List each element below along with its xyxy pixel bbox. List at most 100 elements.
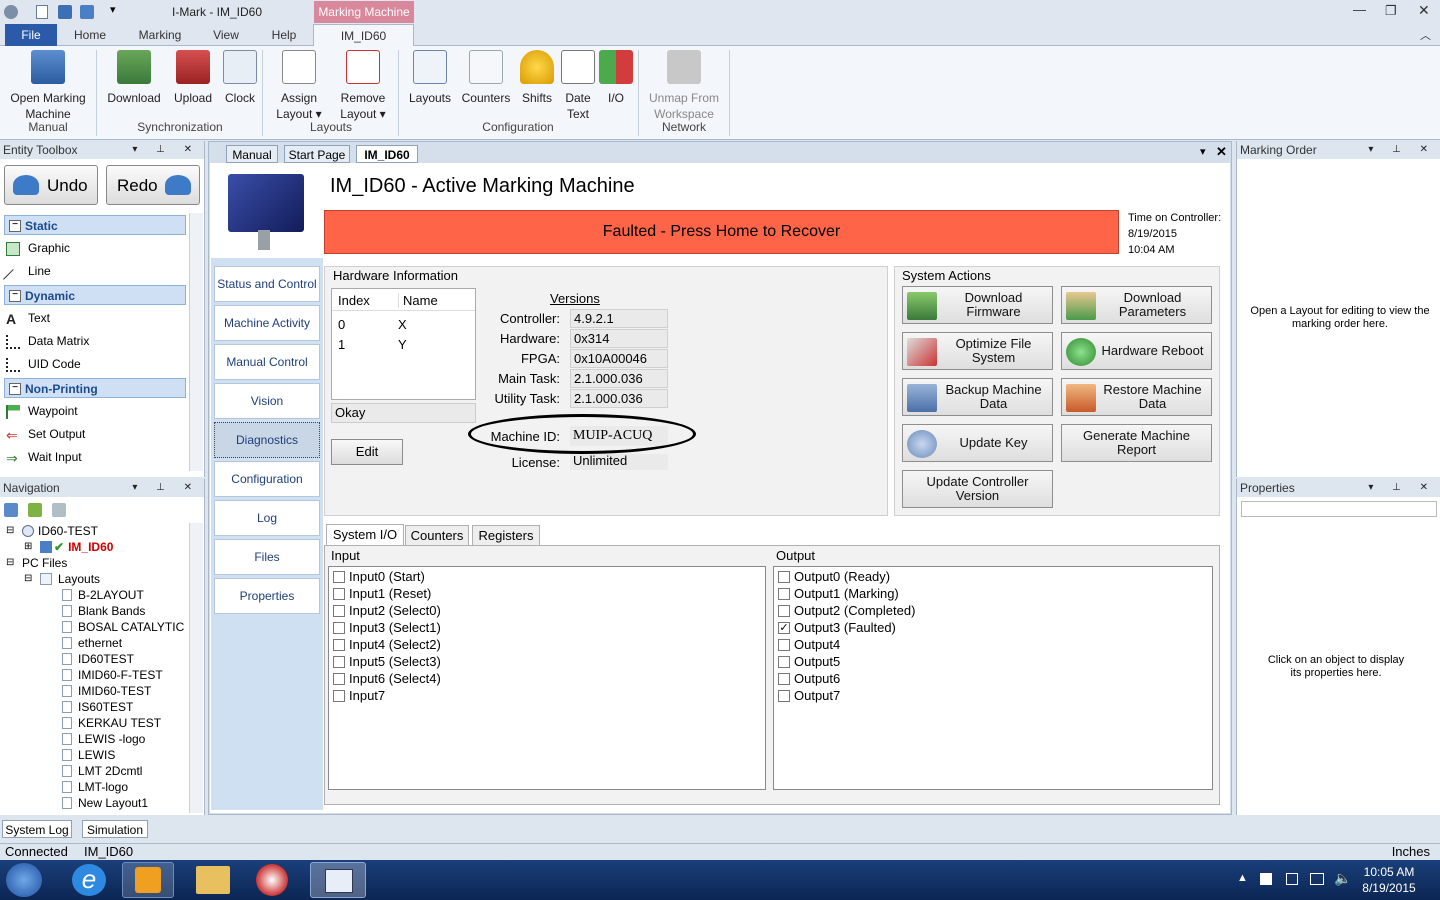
category-dynamic[interactable]: Dynamic bbox=[4, 285, 186, 305]
layout-file-item[interactable]: LEWIS bbox=[0, 747, 190, 763]
imark-app-icon[interactable] bbox=[310, 862, 366, 898]
nav-add-icon[interactable] bbox=[28, 503, 42, 517]
date-text-button[interactable]: Date Text bbox=[558, 50, 598, 122]
nav-files[interactable]: Files bbox=[214, 539, 320, 575]
outlook-icon[interactable] bbox=[122, 862, 174, 898]
layout-file-item[interactable]: KERKAU TEST bbox=[0, 715, 190, 731]
layout-file-item[interactable]: IMID60-TEST bbox=[0, 683, 190, 699]
output-checkbox[interactable] bbox=[778, 605, 790, 617]
tree-node-pc-files[interactable]: ⊟ PC Files bbox=[0, 555, 190, 571]
tab-help[interactable]: Help bbox=[260, 24, 308, 46]
toolbox-item-set-output[interactable]: ⇐ Set Output bbox=[0, 423, 190, 446]
tray-volume-icon[interactable]: 🔈 bbox=[1334, 870, 1351, 887]
layout-file-item[interactable]: BOSAL CATALYTIC bbox=[0, 619, 190, 635]
layout-file-item[interactable]: LEWIS -logo bbox=[0, 731, 190, 747]
taskbar-clock[interactable]: 10:05 AM 8/19/2015 bbox=[1356, 864, 1422, 896]
backup-machine-data-button[interactable]: Backup Machine Data bbox=[902, 378, 1053, 416]
toolbox-item-waypoint[interactable]: Waypoint bbox=[0, 400, 190, 423]
tab-simulation[interactable]: Simulation bbox=[82, 820, 148, 838]
download-parameters-button[interactable]: Download Parameters bbox=[1061, 286, 1212, 324]
layout-file-item[interactable]: ethernet bbox=[0, 635, 190, 651]
layout-file-item[interactable]: IS60TEST bbox=[0, 699, 190, 715]
edit-axes-button[interactable]: Edit bbox=[331, 439, 403, 465]
open-marking-machine-button[interactable]: Open Marking Machine bbox=[6, 50, 90, 122]
input-checkbox[interactable] bbox=[333, 571, 345, 583]
panel-pin-icons[interactable]: ▾ ⊥ ✕ bbox=[132, 141, 200, 159]
expand-icon[interactable]: ⊟ bbox=[6, 555, 14, 571]
collapse-ribbon-icon[interactable]: ︿ bbox=[1420, 27, 1431, 43]
input-checkbox[interactable] bbox=[333, 639, 345, 651]
nav-status-and-control[interactable]: Status and Control bbox=[214, 266, 320, 302]
remove-layout-button[interactable]: Remove Layout ▾ bbox=[334, 50, 392, 122]
nav-connect-icon[interactable] bbox=[4, 503, 18, 517]
input-checkbox[interactable] bbox=[333, 622, 345, 634]
output-checkbox[interactable] bbox=[778, 571, 790, 583]
nav-settings-icon[interactable] bbox=[52, 503, 66, 517]
layout-file-item[interactable]: IMID60-F-TEST bbox=[0, 667, 190, 683]
qat-dropdown-icon[interactable]: ▾ bbox=[110, 3, 116, 16]
layout-file-item[interactable]: LMT 2Dcmtl bbox=[0, 763, 190, 779]
generate-machine-report-button[interactable]: Generate Machine Report bbox=[1061, 424, 1212, 462]
toolbox-item-graphic[interactable]: Graphic bbox=[0, 237, 190, 260]
nav-log[interactable]: Log bbox=[214, 500, 320, 536]
doc-close-icon[interactable]: ✕ bbox=[1216, 144, 1227, 160]
toolbox-item-uid-code[interactable]: UID Code bbox=[0, 353, 190, 376]
doc-tab-start-page[interactable]: Start Page bbox=[284, 145, 350, 163]
input-checkbox[interactable] bbox=[333, 588, 345, 600]
update-key-button[interactable]: Update Key bbox=[902, 424, 1053, 462]
clock-button[interactable]: Clock bbox=[220, 50, 260, 106]
tray-network-icon[interactable] bbox=[1310, 873, 1324, 885]
navigation-scrollbar[interactable] bbox=[189, 523, 203, 813]
input-checkbox[interactable] bbox=[333, 656, 345, 668]
tab-system-log[interactable]: System Log bbox=[2, 820, 72, 838]
nav-manual-control[interactable]: Manual Control bbox=[214, 344, 320, 380]
undo-button[interactable]: Undo bbox=[4, 165, 98, 205]
optimize-file-system-button[interactable]: Optimize File System bbox=[902, 332, 1053, 370]
panel-pin-icons[interactable]: ▾ ⊥ ✕ bbox=[1368, 479, 1436, 497]
layout-file-item[interactable]: New Layout1 bbox=[0, 795, 190, 811]
file-explorer-icon[interactable] bbox=[196, 866, 230, 894]
category-static[interactable]: Static bbox=[4, 215, 186, 235]
qat-open-icon[interactable] bbox=[80, 5, 94, 19]
qat-save-icon[interactable] bbox=[58, 5, 72, 19]
properties-selector[interactable] bbox=[1241, 501, 1437, 517]
snipping-tool-icon[interactable] bbox=[256, 864, 288, 896]
tree-node-layouts[interactable]: ⊟ Layouts bbox=[0, 571, 190, 587]
doc-tab-manual[interactable]: Manual bbox=[226, 145, 278, 163]
qat-new-icon[interactable] bbox=[36, 5, 48, 19]
tree-node-root[interactable]: ⊟ ID60-TEST bbox=[0, 523, 190, 539]
update-controller-version-button[interactable]: Update Controller Version bbox=[902, 470, 1053, 508]
shifts-button[interactable]: Shifts bbox=[516, 50, 558, 106]
expand-icon[interactable]: ⊟ bbox=[24, 571, 32, 587]
fault-status-banner[interactable]: Faulted - Press Home to Recover bbox=[324, 210, 1119, 254]
output-checkbox[interactable] bbox=[778, 639, 790, 651]
nav-machine-activity[interactable]: Machine Activity bbox=[214, 305, 320, 341]
redo-button[interactable]: Redo bbox=[106, 165, 200, 205]
assign-layout-button[interactable]: Assign Layout ▾ bbox=[270, 50, 328, 122]
layout-file-item[interactable]: ID60TEST bbox=[0, 651, 190, 667]
doc-tabs-dropdown-icon[interactable]: ▾ bbox=[1200, 145, 1206, 158]
nav-vision[interactable]: Vision bbox=[214, 383, 320, 419]
expand-icon[interactable]: ⊞ bbox=[24, 539, 32, 555]
tab-file[interactable]: File bbox=[5, 24, 57, 46]
table-row[interactable]: 0X bbox=[338, 317, 468, 332]
layout-file-item[interactable]: LMT-logo bbox=[0, 779, 190, 795]
doc-tab-im-id60[interactable]: IM_ID60 bbox=[356, 145, 418, 163]
input-checkbox[interactable] bbox=[333, 673, 345, 685]
tab-home[interactable]: Home bbox=[64, 24, 116, 46]
nav-configuration[interactable]: Configuration bbox=[214, 461, 320, 497]
hardware-reboot-button[interactable]: Hardware Reboot bbox=[1061, 332, 1212, 370]
table-row[interactable]: 1Y bbox=[338, 337, 468, 352]
counters-button[interactable]: Counters bbox=[458, 50, 514, 106]
start-button-icon[interactable] bbox=[6, 863, 42, 897]
download-firmware-button[interactable]: Download Firmware bbox=[902, 286, 1053, 324]
internet-explorer-icon[interactable]: e bbox=[72, 864, 106, 896]
output-checkbox[interactable]: ✓ bbox=[778, 622, 790, 634]
panel-pin-icons[interactable]: ▾ ⊥ ✕ bbox=[1368, 141, 1436, 159]
io-button[interactable]: I/O bbox=[598, 50, 634, 106]
upload-button[interactable]: Upload bbox=[170, 50, 216, 106]
unmap-button[interactable]: Unmap From Workspace bbox=[646, 50, 722, 122]
category-non-printing[interactable]: Non-Printing bbox=[4, 378, 186, 398]
tab-registers[interactable]: Registers bbox=[472, 525, 540, 546]
restore-icon[interactable]: ❐ bbox=[1385, 3, 1397, 19]
